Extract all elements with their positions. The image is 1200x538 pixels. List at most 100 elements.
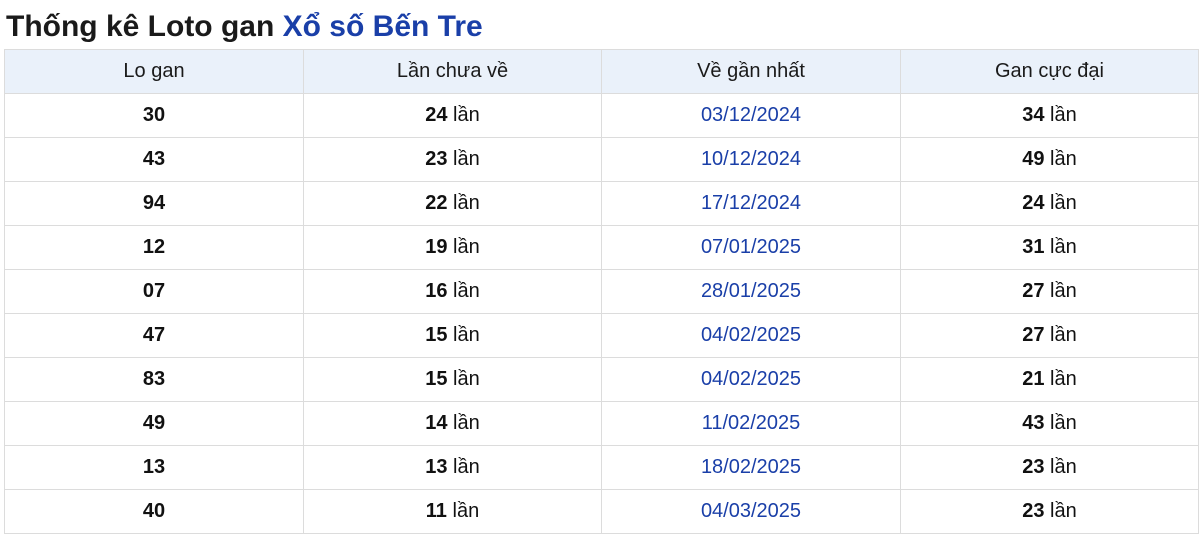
max-gap-unit: lần: [1050, 456, 1077, 478]
lan-chua-ve-cell: 16 lần: [303, 269, 602, 314]
table-row: 13 13 lần 18/02/2025 23 lần: [4, 445, 1199, 490]
max-gap-count: 49: [1022, 148, 1045, 170]
last-appearance-date-link[interactable]: 10/12/2024: [701, 148, 801, 170]
column-header-lo-gan: Lo gan: [4, 49, 304, 94]
lan-chua-ve-cell: 19 lần: [303, 225, 602, 270]
max-gap-count: 43: [1022, 412, 1045, 434]
absence-unit: lần: [452, 500, 480, 522]
lan-chua-ve-cell: 15 lần: [303, 313, 602, 358]
ve-gan-nhat-cell: 07/01/2025: [601, 225, 901, 270]
lan-chua-ve-cell: 14 lần: [303, 401, 602, 446]
absence-unit: lần: [453, 368, 480, 390]
absence-count: 23: [425, 148, 448, 170]
lo-number: 30: [142, 104, 166, 126]
last-appearance-date-link[interactable]: 17/12/2024: [701, 192, 801, 214]
max-gap-unit: lần: [1050, 104, 1077, 126]
max-gap-unit: lần: [1050, 192, 1077, 214]
max-gap-unit: lần: [1050, 412, 1077, 434]
column-header-gan-cuc-dai: Gan cực đại: [900, 49, 1199, 94]
gan-cuc-dai-cell: 31 lần: [900, 225, 1199, 270]
max-gap-count: 31: [1022, 236, 1045, 258]
lo-gan-cell: 43: [4, 137, 304, 182]
absence-count: 22: [425, 192, 448, 214]
absence-count: 14: [425, 412, 448, 434]
ve-gan-nhat-cell: 04/03/2025: [601, 489, 901, 534]
page-title-text: Thống kê Loto gan: [6, 10, 283, 43]
ve-gan-nhat-cell: 04/02/2025: [601, 357, 901, 402]
max-gap-count: 27: [1022, 280, 1045, 302]
lan-chua-ve-cell: 23 lần: [303, 137, 602, 182]
absence-unit: lần: [453, 192, 480, 214]
last-appearance-date-link[interactable]: 03/12/2024: [701, 104, 801, 126]
max-gap-unit: lần: [1050, 500, 1077, 522]
last-appearance-date-link[interactable]: 11/02/2025: [702, 412, 801, 434]
lo-number: 49: [142, 412, 166, 434]
lan-chua-ve-cell: 24 lần: [303, 93, 602, 138]
lo-gan-cell: 30: [4, 93, 304, 138]
column-header-lan-chua-ve: Lần chưa về: [303, 49, 602, 94]
lo-gan-cell: 07: [4, 269, 304, 314]
last-appearance-date-link[interactable]: 07/01/2025: [701, 236, 801, 258]
table-row: 83 15 lần 04/02/2025 21 lần: [4, 357, 1199, 402]
lo-number: 47: [142, 324, 166, 346]
ve-gan-nhat-cell: 03/12/2024: [601, 93, 901, 138]
gan-cuc-dai-cell: 27 lần: [900, 313, 1199, 358]
max-gap-count: 21: [1022, 368, 1045, 390]
last-appearance-date-link[interactable]: 18/02/2025: [701, 456, 801, 478]
lo-gan-cell: 83: [4, 357, 304, 402]
table-header-row: Lo gan Lần chưa về Về gần nhất Gan cực đ…: [4, 49, 1199, 94]
ben-tre-lottery-link[interactable]: Xổ số Bến Tre: [283, 10, 483, 43]
lo-gan-cell: 47: [4, 313, 304, 358]
last-appearance-date-link[interactable]: 04/02/2025: [701, 368, 801, 390]
lo-number: 83: [142, 368, 166, 390]
lo-number: 12: [142, 236, 166, 258]
lo-number: 07: [142, 280, 166, 302]
absence-unit: lần: [453, 148, 480, 170]
table-body: 30 24 lần 03/12/2024 34 lần 43 23 lần 10/12/20…: [4, 93, 1199, 534]
absence-count: 15: [425, 324, 448, 346]
table-row: 49 14 lần 11/02/2025 43 lần: [4, 401, 1199, 446]
lo-gan-cell: 49: [4, 401, 304, 446]
max-gap-unit: lần: [1050, 236, 1077, 258]
ve-gan-nhat-cell: 18/02/2025: [601, 445, 901, 490]
table-row: 94 22 lần 17/12/2024 24 lần: [4, 181, 1199, 226]
lo-number: 13: [142, 456, 166, 478]
page: Thống kê Loto gan Xổ số Bến Tre Lo gan L…: [0, 0, 1200, 538]
column-header-ve-gan-nhat: Về gần nhất: [601, 49, 901, 94]
lo-number: 43: [142, 148, 166, 170]
absence-unit: lần: [453, 456, 480, 478]
gan-cuc-dai-cell: 23 lần: [900, 445, 1199, 490]
absence-unit: lần: [453, 412, 480, 434]
gan-cuc-dai-cell: 21 lần: [900, 357, 1199, 402]
ve-gan-nhat-cell: 10/12/2024: [601, 137, 901, 182]
last-appearance-date-link[interactable]: 04/02/2025: [701, 324, 801, 346]
absence-count: 16: [425, 280, 448, 302]
lo-gan-cell: 13: [4, 445, 304, 490]
gan-cuc-dai-cell: 24 lần: [900, 181, 1199, 226]
lo-number: 94: [142, 192, 166, 214]
loto-gan-table: Lo gan Lần chưa về Về gần nhất Gan cực đ…: [4, 49, 1199, 534]
absence-unit: lần: [453, 236, 480, 258]
gan-cuc-dai-cell: 27 lần: [900, 269, 1199, 314]
lan-chua-ve-cell: 15 lần: [303, 357, 602, 402]
max-gap-unit: lần: [1050, 280, 1077, 302]
last-appearance-date-link[interactable]: 28/01/2025: [701, 280, 801, 302]
last-appearance-date-link[interactable]: 04/03/2025: [701, 500, 801, 522]
lan-chua-ve-cell: 22 lần: [303, 181, 602, 226]
max-gap-count: 23: [1022, 500, 1045, 522]
absence-count: 11: [425, 500, 447, 522]
lo-gan-cell: 12: [4, 225, 304, 270]
gan-cuc-dai-cell: 49 lần: [900, 137, 1199, 182]
lo-gan-cell: 40: [4, 489, 304, 534]
lan-chua-ve-cell: 11 lần: [303, 489, 602, 534]
table-row: 07 16 lần 28/01/2025 27 lần: [4, 269, 1199, 314]
table-row: 47 15 lần 04/02/2025 27 lần: [4, 313, 1199, 358]
max-gap-unit: lần: [1050, 324, 1077, 346]
ve-gan-nhat-cell: 17/12/2024: [601, 181, 901, 226]
absence-count: 13: [425, 456, 448, 478]
lo-gan-cell: 94: [4, 181, 304, 226]
max-gap-count: 24: [1022, 192, 1045, 214]
absence-unit: lần: [453, 280, 480, 302]
table-row: 30 24 lần 03/12/2024 34 lần: [4, 93, 1199, 138]
ve-gan-nhat-cell: 28/01/2025: [601, 269, 901, 314]
